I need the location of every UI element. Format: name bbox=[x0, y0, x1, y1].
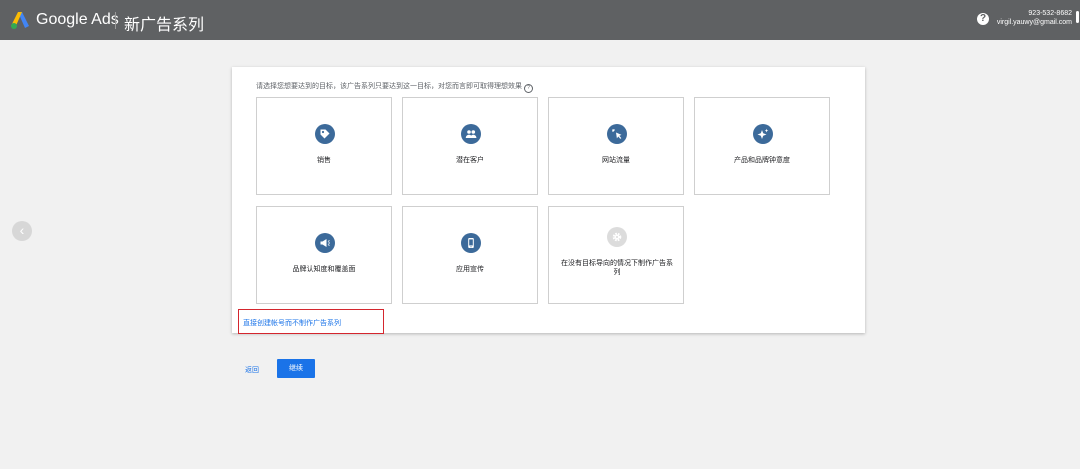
phone-icon bbox=[461, 233, 481, 253]
account-email: virgil.yauwy@gmail.com bbox=[996, 19, 1072, 26]
page-title: 新广告系列 bbox=[124, 17, 205, 34]
cursor-click-icon bbox=[607, 124, 627, 144]
goal-tile-website-traffic[interactable]: 网站流量 bbox=[548, 97, 684, 195]
megaphone-icon bbox=[315, 233, 335, 253]
goal-tile-label: 在没有目标导向的情况下制作广告系列 bbox=[561, 260, 673, 276]
goal-tile-sales[interactable]: 销售 bbox=[256, 97, 392, 195]
account-id: 923-532-8682 bbox=[1028, 10, 1072, 17]
goal-tile-label: 产品和品牌钟意度 bbox=[734, 157, 790, 164]
goal-prompt: 请选择您想要达到的目标，该广告系列只要达到这一目标，对您而言即可取得理想效果? bbox=[256, 81, 533, 93]
tag-icon bbox=[315, 124, 335, 144]
skip-campaign-link[interactable]: 直接创建帐号而不制作广告系列 bbox=[238, 309, 384, 334]
top-bar: Google Ads 新广告系列 ? 923-532-8682 virgil.y… bbox=[0, 0, 1080, 40]
avatar[interactable] bbox=[1076, 11, 1079, 23]
brand-name: Google Ads bbox=[36, 11, 119, 28]
header-divider bbox=[115, 12, 116, 29]
goal-prompt-text: 请选择您想要达到的目标，该广告系列只要达到这一目标，对您而言即可取得理想效果 bbox=[256, 83, 522, 90]
back-link[interactable]: 返回 bbox=[245, 365, 259, 375]
goal-tile-label: 网站流量 bbox=[602, 157, 630, 164]
previous-arrow-icon[interactable]: ‹ bbox=[12, 221, 32, 241]
goal-tile-no-goal[interactable]: 在没有目标导向的情况下制作广告系列 bbox=[548, 206, 684, 304]
goal-tile-label: 销售 bbox=[317, 157, 331, 164]
goal-tile-label: 应用宣传 bbox=[456, 266, 484, 273]
goal-tile-leads[interactable]: 潜在客户 bbox=[402, 97, 538, 195]
goal-tile-app-promotion[interactable]: 应用宣传 bbox=[402, 206, 538, 304]
google-ads-logo-icon[interactable] bbox=[10, 11, 30, 29]
help-icon[interactable]: ? bbox=[977, 13, 989, 25]
goal-tile-label: 品牌认知度和覆盖面 bbox=[292, 266, 356, 273]
goal-tile-label: 潜在客户 bbox=[456, 157, 484, 164]
continue-button[interactable]: 继续 bbox=[277, 359, 315, 378]
goal-tile-brand-consideration[interactable]: 产品和品牌钟意度 bbox=[694, 97, 830, 195]
account-info[interactable]: 923-532-8682 virgil.yauwy@gmail.com bbox=[996, 9, 1072, 27]
sparkle-icon bbox=[753, 124, 773, 144]
goal-selection-card: 请选择您想要达到的目标，该广告系列只要达到这一目标，对您而言即可取得理想效果? … bbox=[232, 67, 865, 334]
skip-campaign-link-text[interactable]: 直接创建帐号而不制作广告系列 bbox=[243, 318, 341, 328]
gear-icon bbox=[607, 227, 627, 247]
goal-tile-brand-awareness[interactable]: 品牌认知度和覆盖面 bbox=[256, 206, 392, 304]
people-icon bbox=[461, 124, 481, 144]
help-circle-icon[interactable]: ? bbox=[524, 84, 533, 93]
